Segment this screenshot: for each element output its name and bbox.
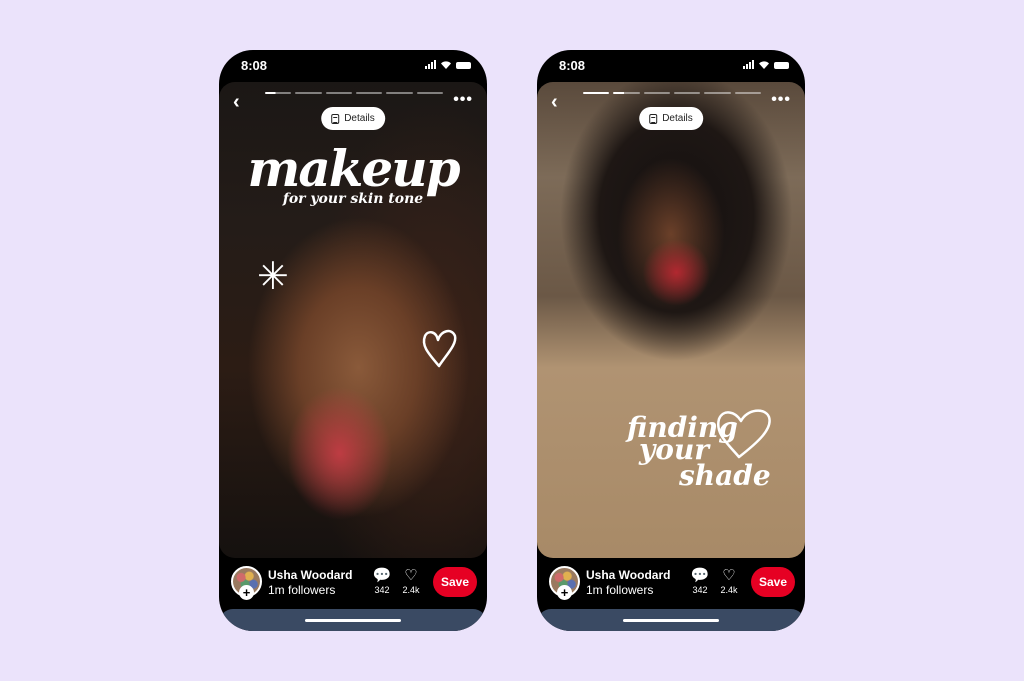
follower-count: 1m followers — [586, 583, 654, 597]
progress-segment — [613, 92, 640, 94]
save-button[interactable]: Save — [751, 567, 795, 597]
progress-segment — [386, 92, 413, 94]
details-label: Details — [344, 113, 375, 124]
progress-segment — [704, 92, 731, 94]
document-icon — [331, 113, 340, 124]
details-label: Details — [662, 113, 693, 124]
signal-icon — [425, 60, 436, 69]
home-indicator[interactable] — [305, 619, 401, 622]
back-chevron-icon[interactable]: ‹ — [551, 92, 558, 112]
follow-plus-icon[interactable]: + — [557, 585, 572, 600]
comment-button[interactable]: 💬 342 — [369, 568, 395, 595]
status-bar: 8:08 — [537, 50, 805, 82]
phone-mockup-makeup: 8:08 ‹ ••• Details makeup for your skin … — [219, 50, 487, 631]
headline-line: your — [639, 433, 710, 466]
like-count: 2.4k — [402, 585, 420, 595]
progress-segment — [416, 92, 443, 94]
story-progress — [265, 92, 443, 94]
story-headline: makeup for your skin tone — [219, 139, 487, 207]
comment-button[interactable]: 💬 342 — [687, 568, 713, 595]
creator-bar: + Usha Woodard 1m followers 💬 342 ♡ 2.4k… — [219, 558, 487, 608]
progress-segment — [643, 92, 670, 94]
progress-segment — [295, 92, 322, 94]
heart-doodle-icon — [422, 329, 457, 368]
like-count: 2.4k — [720, 585, 738, 595]
status-time: 8:08 — [559, 58, 586, 73]
signal-icon — [743, 60, 754, 69]
progress-segment — [265, 92, 292, 94]
battery-icon — [456, 62, 471, 69]
sparkle-icon: ✳ — [257, 256, 289, 298]
creator-bar: + Usha Woodard 1m followers 💬 342 ♡ 2.4k… — [537, 558, 805, 608]
more-options-icon[interactable]: ••• — [771, 92, 791, 108]
story-headline: finding your shade — [627, 414, 771, 492]
status-time: 8:08 — [241, 58, 268, 73]
follower-count: 1m followers — [268, 583, 336, 597]
home-indicator[interactable] — [623, 619, 719, 622]
document-icon — [649, 113, 658, 124]
back-chevron-icon[interactable]: ‹ — [233, 92, 240, 112]
battery-icon — [774, 62, 789, 69]
comment-count: 342 — [374, 585, 390, 595]
wifi-icon — [759, 61, 769, 69]
follow-plus-icon[interactable]: + — [239, 585, 254, 600]
details-button[interactable]: Details — [639, 107, 703, 130]
story-progress — [583, 92, 761, 94]
phone-mockup-shade: 8:08 ‹ ••• Details finding your shade + … — [537, 50, 805, 631]
heart-icon: ♡ — [722, 567, 736, 584]
status-bar: 8:08 — [219, 50, 487, 82]
like-button[interactable]: ♡ 2.4k — [398, 568, 424, 595]
creator-name[interactable]: Usha Woodard — [268, 568, 352, 582]
comment-icon: 💬 — [690, 567, 710, 584]
wifi-icon — [441, 61, 451, 69]
comment-icon: 💬 — [372, 567, 392, 584]
progress-segment — [355, 92, 383, 94]
bottom-bar — [537, 609, 805, 631]
progress-segment — [583, 92, 610, 94]
details-button[interactable]: Details — [321, 107, 385, 130]
progress-segment — [325, 92, 352, 94]
save-button[interactable]: Save — [433, 567, 477, 597]
progress-segment — [673, 92, 701, 94]
headline-line: shade — [679, 459, 771, 492]
story-media[interactable]: ‹ ••• Details makeup for your skin tone … — [219, 82, 487, 558]
progress-segment — [734, 92, 761, 94]
like-button[interactable]: ♡ 2.4k — [716, 568, 742, 595]
headline-title: makeup — [247, 139, 460, 198]
comment-count: 342 — [692, 585, 708, 595]
creator-name[interactable]: Usha Woodard — [586, 568, 670, 582]
more-options-icon[interactable]: ••• — [453, 92, 473, 108]
heart-icon: ♡ — [404, 567, 418, 584]
bottom-bar — [219, 609, 487, 631]
story-media[interactable]: ‹ ••• Details finding your shade — [537, 82, 805, 558]
